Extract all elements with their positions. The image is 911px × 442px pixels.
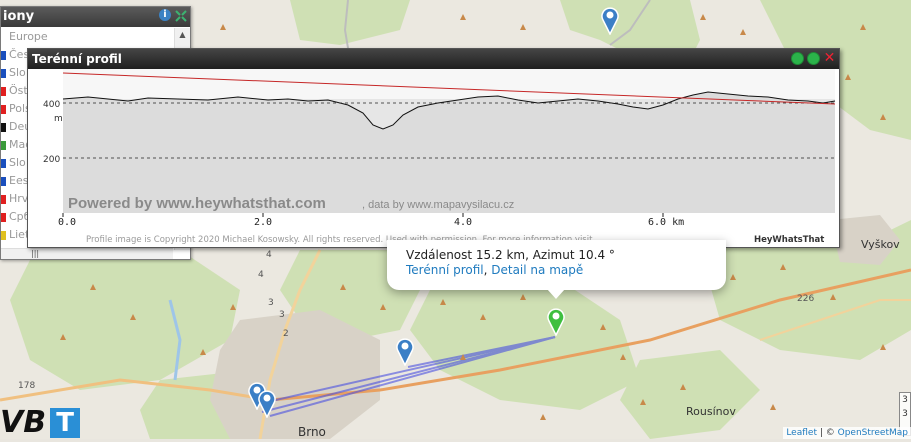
minimize-icon[interactable] bbox=[791, 52, 804, 65]
logo-t-badge: T bbox=[50, 408, 81, 438]
leaflet-link[interactable]: Leaflet bbox=[786, 428, 817, 438]
road-number: 3 bbox=[279, 310, 285, 320]
region-label: Europe bbox=[9, 30, 48, 43]
map-attribution: Leaflet | © OpenStreetMap bbox=[783, 427, 911, 439]
popup-tip bbox=[547, 289, 565, 299]
flag-icon bbox=[1, 213, 6, 222]
region-label: Ees bbox=[9, 174, 29, 187]
terrain-profile-header[interactable]: Terénní profil ✕ bbox=[28, 49, 839, 69]
site-logo[interactable]: VB T bbox=[0, 405, 81, 440]
terrain-profile-window: Terénní profil ✕ 400 m 200 0.0 2.0 4.0 6… bbox=[27, 48, 840, 248]
scale-value: 3 bbox=[902, 395, 908, 405]
flag-icon bbox=[1, 105, 6, 114]
transmitter-marker[interactable] bbox=[600, 5, 620, 35]
close-icon[interactable]: ✕ bbox=[823, 51, 836, 65]
data-source-label: , data by www.mapavysilacu.cz bbox=[362, 199, 514, 211]
map-detail-link[interactable]: Detail na mapě bbox=[491, 263, 583, 277]
road-number: 226 bbox=[797, 294, 815, 304]
y-unit: m bbox=[54, 114, 63, 124]
transmitter-marker[interactable] bbox=[395, 336, 415, 366]
terrain-profile-title: Terénní profil bbox=[32, 52, 122, 66]
x-tick-4: 4.0 bbox=[454, 217, 472, 228]
x-tick-6: 6.0 km bbox=[648, 217, 684, 228]
transmitter-marker[interactable] bbox=[257, 388, 277, 418]
flag-icon bbox=[1, 177, 6, 186]
road-number: 178 bbox=[18, 381, 36, 391]
heywhatsthat-link[interactable]: HeyWhatsThat bbox=[754, 235, 824, 245]
regions-hscrollbar[interactable]: ||| bbox=[1, 248, 173, 259]
logo-letters: VB bbox=[0, 405, 47, 440]
road-number: 3 bbox=[268, 298, 274, 308]
road-number: 4 bbox=[258, 270, 264, 280]
info-icon[interactable]: i bbox=[159, 9, 171, 21]
terrain-profile-link[interactable]: Terénní profil bbox=[406, 263, 484, 277]
distance-azimuth-text: Vzdálenost 15.2 km, Azimut 10.4 ° bbox=[406, 248, 615, 262]
receiver-marker[interactable] bbox=[546, 306, 566, 336]
flag-icon bbox=[1, 87, 6, 96]
place-label-rousinov: Rousínov bbox=[686, 405, 736, 418]
flag-icon bbox=[1, 51, 6, 60]
region-label: Slo bbox=[9, 66, 26, 79]
x-tick-2: 2.0 bbox=[254, 217, 272, 228]
osm-link[interactable]: OpenStreetMap bbox=[838, 428, 908, 438]
flag-icon bbox=[1, 231, 6, 240]
hscroll-grip: ||| bbox=[31, 249, 40, 258]
flag-icon bbox=[1, 69, 6, 78]
maximize-icon[interactable] bbox=[807, 52, 820, 65]
flag-icon bbox=[1, 195, 6, 204]
x-tick-0: 0.0 bbox=[58, 217, 76, 228]
region-item[interactable]: Europe bbox=[1, 28, 173, 46]
flag-icon bbox=[1, 141, 6, 150]
expand-icon[interactable] bbox=[174, 9, 188, 23]
scale-value: 3 bbox=[902, 409, 908, 419]
powered-by-label: Powered by www.heywhatsthat.com bbox=[68, 195, 326, 212]
scroll-up-icon[interactable]: ▲ bbox=[177, 30, 188, 41]
region-label: Hrv bbox=[9, 192, 29, 205]
regions-panel-title: iony bbox=[3, 9, 35, 24]
flag-icon bbox=[1, 159, 6, 168]
flag-icon bbox=[1, 123, 6, 132]
region-label: Öst bbox=[9, 84, 28, 97]
road-number: 2 bbox=[283, 329, 289, 339]
place-label-brno: Brno bbox=[298, 425, 326, 439]
link-info-popup: Vzdálenost 15.2 km, Azimut 10.4 ° Terénn… bbox=[387, 240, 726, 299]
regions-panel-header: iony i bbox=[1, 7, 190, 27]
y-tick-200: 200 bbox=[43, 155, 60, 165]
popup-links: Terénní profil, Detail na mapě bbox=[406, 263, 583, 277]
terrain-profile-chart: 400 m 200 0.0 2.0 4.0 6.0 km Powered by … bbox=[43, 69, 836, 245]
attribution-sep: | © bbox=[816, 428, 838, 438]
region-label: Slo bbox=[9, 156, 26, 169]
road-number: 4 bbox=[266, 250, 272, 260]
y-tick-400: 400 bbox=[43, 100, 60, 110]
place-label-vyskov: Vyškov bbox=[861, 238, 900, 251]
